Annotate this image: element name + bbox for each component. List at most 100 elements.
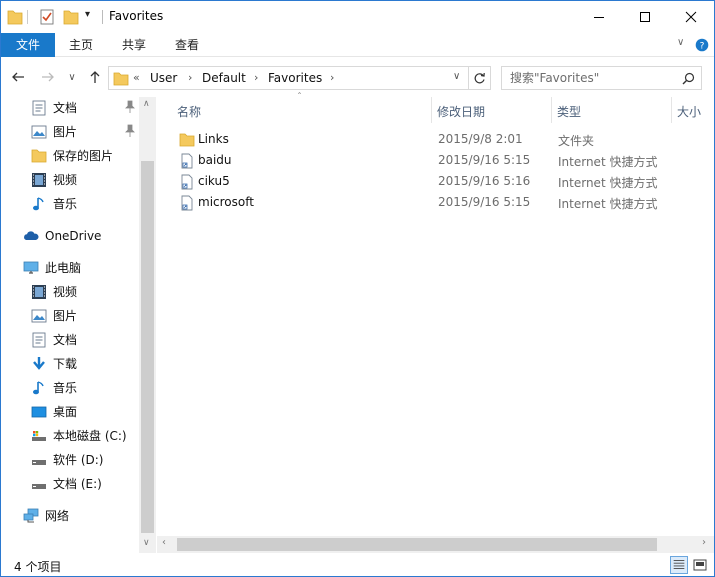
- file-row[interactable]: Links 2015/9/8 2:01 文件夹: [175, 129, 695, 150]
- close-button[interactable]: [668, 1, 714, 33]
- file-type: Internet 快捷方式: [558, 176, 658, 190]
- ribbon-expand-chevron-icon[interactable]: ∨: [677, 37, 684, 48]
- help-icon[interactable]: ?: [695, 38, 709, 52]
- folder-icon: [7, 10, 23, 25]
- nav-item-pc-videos[interactable]: 视频: [31, 281, 139, 303]
- customize-qa-chevron-icon[interactable]: ▾: [85, 9, 90, 20]
- nav-item-videos[interactable]: 视频: [31, 169, 139, 191]
- refresh-icon[interactable]: [473, 72, 486, 85]
- explorer-window: ▾ Favorites 文件 主页 共享 查看 ∨ ? ∨ « User › D…: [0, 0, 715, 577]
- address-bar[interactable]: « User › Default › Favorites › ∨: [108, 66, 491, 90]
- nav-item-pc-music[interactable]: 音乐: [31, 377, 139, 399]
- file-list-horizontal-scrollbar[interactable]: ‹ ›: [157, 536, 714, 553]
- nav-item-pictures[interactable]: 图片: [31, 121, 139, 143]
- column-header-type[interactable]: 类型: [557, 103, 581, 120]
- nav-item-downloads[interactable]: 下载: [31, 353, 139, 375]
- nav-item-pc-pictures[interactable]: 图片: [31, 305, 139, 327]
- horizontal-scrollbar-thumb[interactable]: [177, 538, 657, 551]
- recent-locations-chevron-icon[interactable]: ∨: [61, 66, 83, 88]
- search-input[interactable]: [510, 70, 675, 86]
- file-modified: 2015/9/8 2:01: [438, 132, 523, 146]
- video-icon: [32, 285, 46, 299]
- nav-item-onedrive[interactable]: OneDrive: [23, 225, 139, 247]
- nav-item-this-pc[interactable]: 此电脑: [23, 257, 139, 279]
- music-note-icon: [33, 197, 44, 211]
- large-icons-view-icon[interactable]: [691, 556, 709, 574]
- file-modified: 2015/9/16 5:16: [438, 174, 531, 188]
- column-header-modified[interactable]: 修改日期: [437, 103, 485, 120]
- file-type: 文件夹: [558, 134, 595, 148]
- tab-share[interactable]: 共享: [122, 33, 146, 57]
- network-icon: [23, 508, 39, 523]
- item-count: 4 个项目: [14, 560, 62, 574]
- document-icon: [32, 332, 46, 348]
- new-folder-icon[interactable]: [63, 8, 79, 26]
- ribbon-tabs: 文件 主页 共享 查看 ∨ ?: [1, 33, 714, 57]
- download-arrow-icon: [33, 357, 45, 370]
- column-headers: ˆ 名称 修改日期 类型 大小: [157, 92, 714, 123]
- breadcrumb-chevron-icon[interactable]: ›: [330, 71, 334, 84]
- search-box[interactable]: [501, 66, 702, 90]
- nav-item-pc-documents[interactable]: 文档: [31, 329, 139, 351]
- sort-ascending-chevron-icon: ˆ: [297, 92, 302, 103]
- nav-item-saved-pictures[interactable]: 保存的图片: [31, 145, 139, 167]
- file-name: microsoft: [198, 195, 254, 209]
- column-divider[interactable]: [671, 97, 672, 123]
- address-dropdown-chevron-icon[interactable]: ∨: [453, 71, 460, 82]
- tab-file[interactable]: 文件: [1, 33, 55, 57]
- nav-item-music[interactable]: 音乐: [31, 193, 139, 215]
- details-view-icon[interactable]: [670, 556, 688, 574]
- nav-item-drive-c[interactable]: 本地磁盘 (C:): [31, 425, 139, 447]
- tab-view[interactable]: 查看: [175, 33, 199, 57]
- nav-scrollbar[interactable]: ∧ ∨: [139, 97, 156, 553]
- breadcrumb-favorites[interactable]: Favorites: [268, 71, 322, 85]
- maximize-button[interactable]: [622, 1, 668, 33]
- video-icon: [32, 173, 46, 187]
- arrow-left-icon: [12, 72, 24, 82]
- nav-item-desktop[interactable]: 桌面: [31, 401, 139, 423]
- cloud-icon: [24, 231, 39, 240]
- nav-item-network[interactable]: 网络: [23, 505, 139, 527]
- internet-shortcut-icon: [181, 174, 193, 190]
- pictures-icon: [31, 125, 47, 139]
- tab-home[interactable]: 主页: [69, 33, 93, 57]
- breadcrumb-default[interactable]: Default: [202, 71, 246, 85]
- desktop-icon: [31, 406, 47, 418]
- nav-scrollbar-thumb[interactable]: [141, 161, 154, 533]
- title-divider: [102, 10, 103, 24]
- file-name: baidu: [198, 153, 232, 167]
- nav-item-drive-e[interactable]: 文档 (E:): [31, 473, 139, 495]
- column-header-size[interactable]: 大小: [677, 103, 701, 120]
- forward-button[interactable]: [37, 66, 59, 88]
- pin-icon: [125, 124, 135, 137]
- back-button[interactable]: [7, 66, 29, 88]
- breadcrumb-chevron-icon[interactable]: ›: [254, 71, 258, 84]
- file-name: ciku5: [198, 174, 230, 188]
- up-button[interactable]: [84, 66, 106, 88]
- column-divider[interactable]: [431, 97, 432, 123]
- folder-icon: [179, 133, 195, 147]
- column-divider[interactable]: [551, 97, 552, 123]
- scroll-right-chevron-icon[interactable]: ›: [702, 537, 706, 548]
- music-note-icon: [33, 381, 44, 395]
- pin-icon: [125, 100, 135, 113]
- minimize-button[interactable]: [576, 1, 622, 33]
- nav-item-drive-d[interactable]: 软件 (D:): [31, 449, 139, 471]
- nav-item-documents[interactable]: 文档: [31, 97, 139, 119]
- file-row[interactable]: microsoft 2015/9/16 5:15 Internet 快捷方式: [175, 192, 695, 213]
- column-header-name[interactable]: 名称: [177, 103, 201, 120]
- file-row[interactable]: baidu 2015/9/16 5:15 Internet 快捷方式: [175, 150, 695, 171]
- properties-icon[interactable]: [39, 8, 55, 26]
- scroll-left-chevron-icon[interactable]: ‹: [162, 537, 166, 548]
- breadcrumb-chevron-icon[interactable]: ›: [188, 71, 192, 84]
- breadcrumb-overflow[interactable]: «: [133, 71, 140, 84]
- folder-icon: [113, 72, 129, 86]
- scroll-up-chevron-icon[interactable]: ∧: [143, 99, 150, 109]
- address-divider: [468, 67, 469, 89]
- arrow-up-icon: [90, 71, 100, 83]
- breadcrumb-user[interactable]: User: [150, 71, 177, 85]
- search-icon[interactable]: [682, 72, 695, 85]
- scroll-down-chevron-icon[interactable]: ∨: [143, 538, 150, 548]
- window-title: Favorites: [109, 9, 164, 23]
- file-row[interactable]: ciku5 2015/9/16 5:16 Internet 快捷方式: [175, 171, 695, 192]
